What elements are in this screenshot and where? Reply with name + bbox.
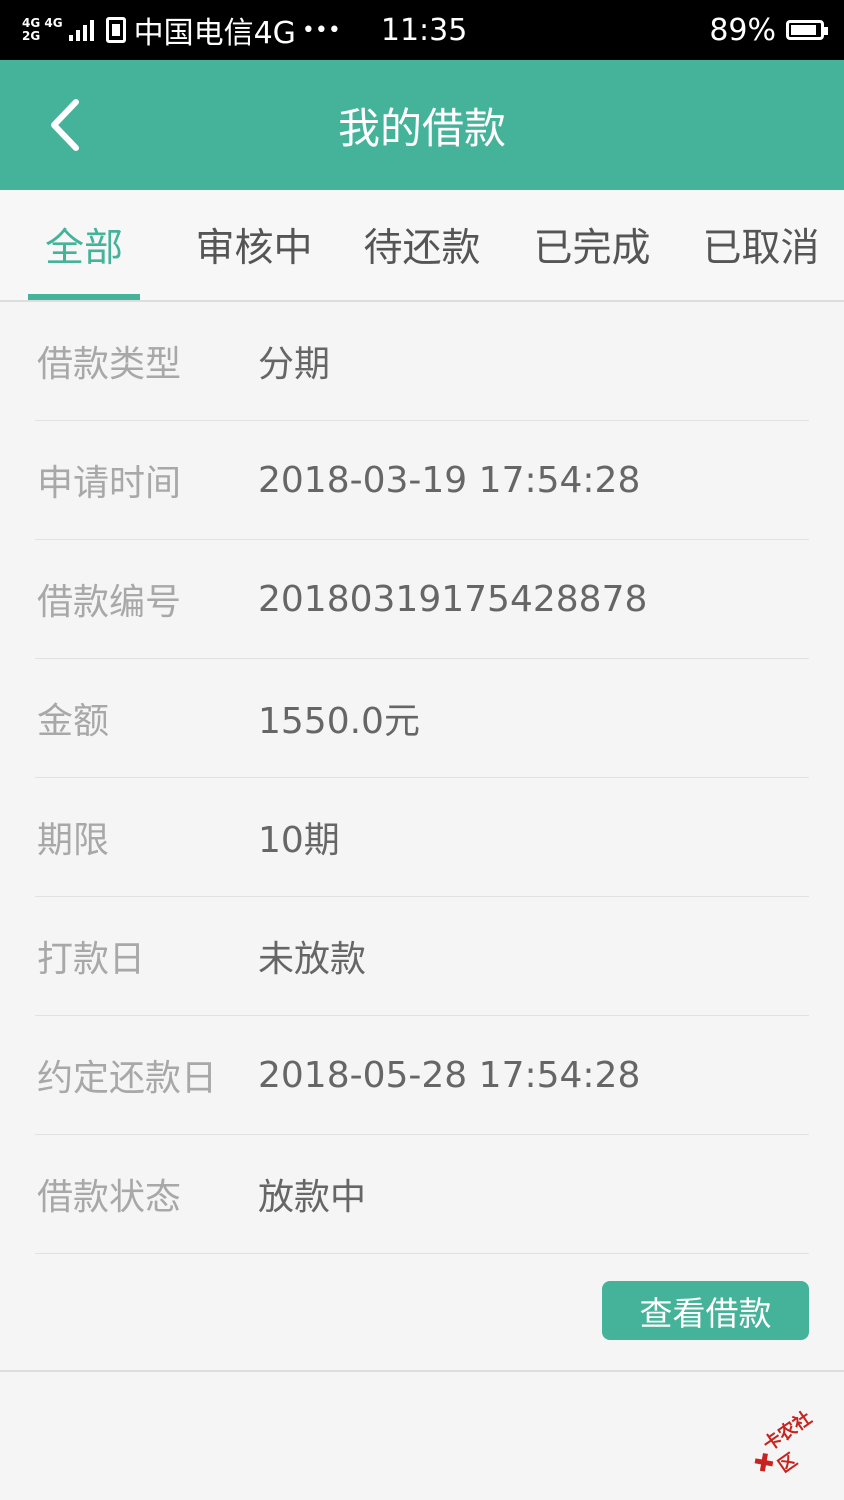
status-bar: 4G 4G 2G 中国电信4G ••• 11:35 89%	[0, 0, 844, 60]
loan-type-row: 借款类型 分期	[35, 302, 809, 421]
due-date-value: 2018-05-28 17:54:28	[258, 1054, 641, 1096]
term-label: 期限	[37, 820, 110, 861]
amount-value: 1550.0元	[258, 701, 420, 742]
view-loan-button[interactable]: 查看借款	[602, 1281, 809, 1340]
loan-detail-list: 借款类型 分期 申请时间 2018-03-19 17:54:28 借款编号 20…	[0, 302, 844, 1254]
loan-type-value: 分期	[258, 344, 331, 385]
tab-pending-repayment[interactable]: 待还款	[358, 190, 486, 300]
amount-label: 金额	[37, 701, 110, 742]
more-indicator: •••	[301, 17, 341, 43]
due-date-row: 约定还款日 2018-05-28 17:54:28	[35, 1016, 809, 1135]
term-value: 10期	[258, 820, 340, 861]
watermark-logo: 卡农社区	[739, 1392, 844, 1493]
tab-all[interactable]: 全部	[28, 190, 140, 300]
chevron-left-icon	[51, 99, 79, 151]
tab-active-indicator	[28, 294, 140, 300]
apply-time-row: 申请时间 2018-03-19 17:54:28	[35, 421, 809, 540]
battery-percent: 89%	[709, 12, 776, 48]
clock: 11:35	[380, 12, 468, 48]
loan-actions: 查看借款	[0, 1252, 844, 1372]
apply-time-value: 2018-03-19 17:54:28	[258, 459, 641, 501]
network-type: 4G 4G 2G	[22, 17, 63, 43]
loan-number-value: 20180319175428878	[258, 578, 648, 620]
carrier-name: 中国电信4G	[133, 16, 296, 51]
loan-status-label: 借款状态	[37, 1177, 182, 1218]
due-date-label: 约定还款日	[37, 1058, 218, 1099]
battery-icon	[786, 20, 828, 40]
back-button[interactable]	[40, 90, 110, 160]
network-type-bottom: 2G	[22, 29, 41, 43]
loan-status-value: 放款中	[258, 1177, 367, 1218]
term-row: 期限 10期	[35, 778, 809, 897]
payout-date-label: 打款日	[37, 939, 146, 980]
page-title: 我的借款	[337, 103, 506, 153]
payout-date-row: 打款日 未放款	[35, 897, 809, 1016]
apply-time-label: 申请时间	[37, 463, 182, 504]
tab-reviewing[interactable]: 审核中	[190, 190, 318, 300]
tab-bar: 全部 审核中 待还款 已完成 已取消	[0, 190, 844, 302]
app-bar: 我的借款	[0, 60, 844, 190]
tab-cancelled[interactable]: 已取消	[697, 190, 825, 300]
signal-icon	[68, 19, 94, 41]
loan-number-row: 借款编号 20180319175428878	[35, 540, 809, 659]
loan-type-label: 借款类型	[37, 344, 182, 385]
loan-status-row: 借款状态 放款中	[35, 1135, 809, 1254]
tab-completed[interactable]: 已完成	[528, 190, 656, 300]
loan-number-label: 借款编号	[37, 582, 182, 623]
amount-row: 金额 1550.0元	[35, 659, 809, 778]
payout-date-value: 未放款	[258, 939, 367, 980]
sim-icon	[105, 17, 126, 43]
